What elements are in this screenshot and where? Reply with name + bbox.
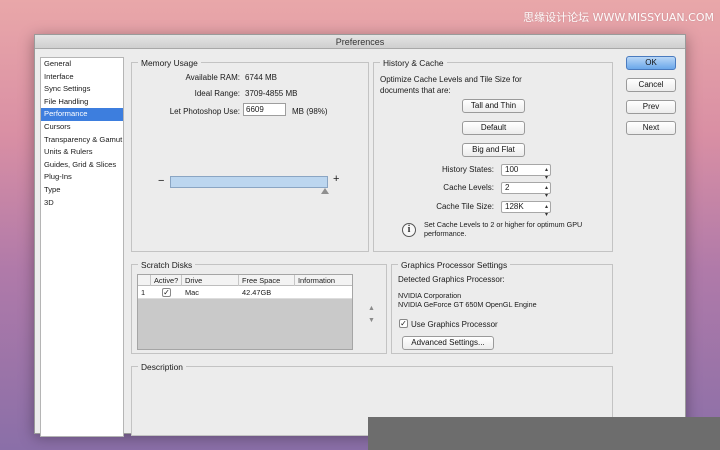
background-overlay — [368, 417, 720, 450]
header-active[interactable]: Active? — [151, 275, 182, 286]
let-photoshop-use-label: Let Photoshop Use: — [169, 107, 240, 116]
use-gpu-label: Use Graphics Processor — [411, 320, 498, 329]
memory-unit-label: MB (98%) — [292, 107, 328, 116]
select-arrows-icon: ▴ ▾ — [544, 167, 548, 181]
sidebar-item-type[interactable]: Type — [41, 184, 123, 197]
big-and-flat-button[interactable]: Big and Flat — [462, 143, 525, 157]
cache-levels-label: Cache Levels: — [443, 183, 494, 192]
memory-usage-group: Memory Usage Available RAM: 6744 MB Idea… — [131, 58, 369, 252]
scratch-disks-table: Active? Drive Free Space Information 1 ✓… — [137, 274, 353, 350]
ok-button[interactable]: OK — [626, 56, 676, 70]
cache-info-text: Set Cache Levels to 2 or higher for opti… — [424, 220, 583, 238]
ideal-range-value: 3709-4855 MB — [245, 89, 298, 98]
drive-cell: Mac — [185, 288, 199, 297]
watermark-text: 思缘设计论坛 WWW.MISSYUAN.COM — [523, 11, 714, 24]
row-number: 1 — [141, 288, 146, 297]
sidebar-item-file-handling[interactable]: File Handling — [41, 96, 123, 109]
sidebar-item-cursors[interactable]: Cursors — [41, 121, 123, 134]
history-states-label: History States: — [441, 165, 494, 174]
scratch-disks-group: Scratch Disks Active? Drive Free Space I… — [131, 260, 387, 354]
sidebar-item-performance[interactable]: Performance — [41, 108, 123, 121]
sidebar-item-plug-ins[interactable]: Plug-Ins — [41, 171, 123, 184]
history-states-value: 100 — [505, 165, 519, 174]
memory-amount-field[interactable]: 6609 — [243, 103, 286, 116]
memory-usage-title: Memory Usage — [138, 58, 201, 68]
cache-tile-size-value: 128K — [505, 202, 524, 211]
detected-gpu-label: Detected Graphics Processor: — [398, 275, 505, 284]
select-arrows-icon: ▴ ▾ — [544, 185, 548, 199]
header-information[interactable]: Information — [295, 275, 354, 286]
decrease-memory-button[interactable]: − — [158, 175, 164, 187]
history-cache-title: History & Cache — [380, 58, 447, 68]
graphics-processor-title: Graphics Processor Settings — [398, 260, 511, 270]
active-checkbox[interactable]: ✓ — [162, 288, 171, 297]
prev-button[interactable]: Prev — [626, 100, 676, 114]
header-drive[interactable]: Drive — [182, 275, 239, 286]
preferences-sidebar: General Interface Sync Settings File Han… — [40, 57, 124, 437]
gpu-model: NVIDIA GeForce GT 650M OpenGL Engine — [398, 300, 537, 309]
memory-slider-thumb[interactable] — [320, 188, 329, 194]
description-title: Description — [138, 362, 186, 372]
available-ram-value: 6744 MB — [245, 73, 278, 82]
increase-memory-button[interactable]: + — [333, 173, 339, 185]
select-arrows-icon: ▴ ▾ — [544, 204, 548, 218]
next-button[interactable]: Next — [626, 121, 676, 135]
ideal-range-label: Ideal Range: — [194, 89, 240, 98]
cache-levels-select[interactable]: 2 ▴ ▾ — [501, 182, 551, 199]
move-up-icon[interactable]: ▲ — [368, 305, 375, 312]
cache-tile-size-label: Cache Tile Size: — [436, 202, 494, 211]
advanced-settings-button[interactable]: Advanced Settings... — [402, 336, 494, 350]
cache-optimize-description: Optimize Cache Levels and Tile Size for … — [380, 75, 522, 95]
sidebar-item-interface[interactable]: Interface — [41, 71, 123, 84]
move-down-icon[interactable]: ▼ — [368, 317, 375, 324]
history-states-select[interactable]: 100 ▴ ▾ — [501, 164, 551, 181]
header-free-space[interactable]: Free Space — [239, 275, 295, 286]
history-cache-group: History & Cache Optimize Cache Levels an… — [373, 58, 613, 252]
cache-levels-value: 2 — [505, 183, 510, 192]
table-header: Active? Drive Free Space Information — [138, 275, 352, 286]
table-row[interactable]: 1 ✓ Mac 42.47GB — [138, 286, 352, 299]
information-cell — [295, 286, 298, 299]
sidebar-item-transparency-gamut[interactable]: Transparency & Gamut — [41, 134, 123, 147]
info-icon: i — [402, 223, 416, 237]
gpu-vendor: NVIDIA Corporation — [398, 291, 462, 300]
use-gpu-checkbox[interactable]: ✓ — [399, 319, 408, 328]
scratch-disks-title: Scratch Disks — [138, 260, 196, 270]
dialog-title: Preferences — [35, 35, 685, 49]
memory-slider-track[interactable] — [170, 176, 328, 188]
sidebar-item-sync-settings[interactable]: Sync Settings — [41, 83, 123, 96]
sidebar-item-3d[interactable]: 3D — [41, 197, 123, 210]
preferences-dialog: Preferences General Interface Sync Setti… — [34, 34, 686, 437]
free-space-cell: 42.47GB — [242, 288, 272, 297]
sidebar-item-units-rulers[interactable]: Units & Rulers — [41, 146, 123, 159]
cancel-button[interactable]: Cancel — [626, 78, 676, 92]
sidebar-item-guides-grid-slices[interactable]: Guides, Grid & Slices — [41, 159, 123, 172]
cache-tile-size-select[interactable]: 128K ▴ ▾ — [501, 201, 551, 218]
graphics-processor-group: Graphics Processor Settings Detected Gra… — [391, 260, 613, 354]
available-ram-label: Available RAM: — [185, 73, 240, 82]
tall-and-thin-button[interactable]: Tall and Thin — [462, 99, 525, 113]
default-button[interactable]: Default — [462, 121, 525, 135]
sidebar-item-general[interactable]: General — [41, 58, 123, 71]
